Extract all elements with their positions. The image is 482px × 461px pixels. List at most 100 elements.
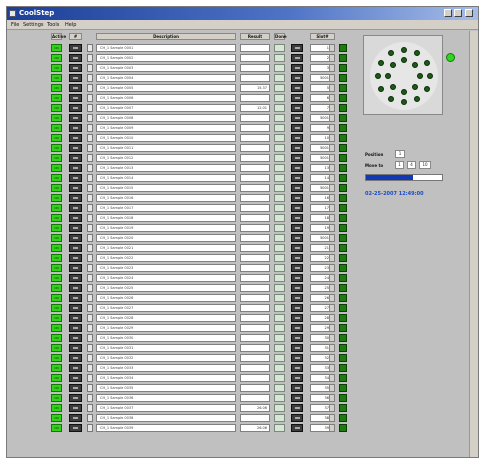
run-button[interactable] [291,104,303,112]
carousel-slot[interactable] [375,73,381,79]
sample-name-field[interactable]: CH_1 Sample 0021 [96,244,236,252]
sample-name-field[interactable]: CH_1 Sample 0020 [96,234,236,242]
row-marker[interactable] [87,154,93,162]
sample-name-field[interactable]: CH_1 Sample 0036 [96,394,236,402]
enable-toggle[interactable]: ON [51,414,62,422]
enable-toggle[interactable]: ON [51,424,62,432]
enable-toggle[interactable]: ON [51,284,62,292]
enable-toggle[interactable]: ON [51,304,62,312]
run-button[interactable] [291,384,303,392]
run-button[interactable] [291,124,303,132]
sample-name-field[interactable]: CH_1 Sample 0022 [96,254,236,262]
done-checkbox[interactable] [274,54,285,62]
row-id-button[interactable] [69,254,82,262]
row-marker[interactable] [87,74,93,82]
done-checkbox[interactable] [274,354,285,362]
row-id-button[interactable] [69,334,82,342]
row-id-button[interactable] [69,264,82,272]
slot-select[interactable]: 29 [310,324,335,332]
move-to-field[interactable]: 4 [407,161,416,169]
row-marker[interactable] [87,254,93,262]
done-checkbox[interactable] [274,194,285,202]
carousel-slot[interactable] [401,57,407,63]
done-checkbox[interactable] [274,314,285,322]
run-button[interactable] [291,174,303,182]
slot-select[interactable]: 34 [310,374,335,382]
run-button[interactable] [291,204,303,212]
run-button[interactable] [291,224,303,232]
enable-toggle[interactable]: ON [51,354,62,362]
run-button[interactable] [291,424,303,432]
run-button[interactable] [291,84,303,92]
row-id-button[interactable] [69,54,82,62]
slot-select[interactable]: 24 [310,274,335,282]
row-id-button[interactable] [69,64,82,72]
row-marker[interactable] [87,234,93,242]
slot-select[interactable]: 27 [310,304,335,312]
done-checkbox[interactable] [274,114,285,122]
run-button[interactable] [291,94,303,102]
slot-select[interactable]: 10 [310,134,335,142]
menu-file[interactable]: File [11,22,19,28]
row-marker[interactable] [87,354,93,362]
row-marker[interactable] [87,184,93,192]
enable-toggle[interactable]: ON [51,184,62,192]
done-checkbox[interactable] [274,104,285,112]
slot-select[interactable]: 23 [310,264,335,272]
done-checkbox[interactable] [274,204,285,212]
slot-select[interactable]: 30 [310,334,335,342]
run-button[interactable] [291,54,303,62]
done-checkbox[interactable] [274,304,285,312]
row-id-button[interactable] [69,274,82,282]
enable-toggle[interactable]: ON [51,254,62,262]
title-bar[interactable]: CoolStep [7,7,478,20]
enable-toggle[interactable]: ON [51,194,62,202]
row-id-button[interactable] [69,134,82,142]
enable-toggle[interactable]: ON [51,394,62,402]
move-from-field[interactable]: 1 [395,161,404,169]
slot-select[interactable]: 26 [310,294,335,302]
sample-name-field[interactable]: CH_1 Sample 0023 [96,264,236,272]
sample-name-field[interactable]: CH_1 Sample 0027 [96,304,236,312]
done-checkbox[interactable] [274,344,285,352]
run-button[interactable] [291,234,303,242]
enable-toggle[interactable]: ON [51,114,62,122]
done-checkbox[interactable] [274,74,285,82]
done-checkbox[interactable] [274,404,285,412]
sample-name-field[interactable]: CH_1 Sample 0005 [96,84,236,92]
sample-name-field[interactable]: CH_1 Sample 0033 [96,364,236,372]
row-marker[interactable] [87,244,93,252]
row-marker[interactable] [87,414,93,422]
carousel-slot[interactable] [423,60,430,66]
carousel-slot[interactable] [378,60,385,66]
row-id-button[interactable] [69,144,82,152]
run-button[interactable] [291,344,303,352]
close-icon[interactable] [465,9,473,17]
run-button[interactable] [291,154,303,162]
slot-select[interactable]: 5001 [310,114,335,122]
run-button[interactable] [291,294,303,302]
sample-name-field[interactable]: CH_1 Sample 0031 [96,344,236,352]
slot-select[interactable]: 19 [310,224,335,232]
enable-toggle[interactable]: ON [51,244,62,252]
done-checkbox[interactable] [274,144,285,152]
sample-name-field[interactable]: CH_1 Sample 0002 [96,54,236,62]
carousel-slot[interactable] [423,86,430,92]
enable-toggle[interactable]: ON [51,344,62,352]
enable-toggle[interactable]: ON [51,104,62,112]
row-id-button[interactable] [69,424,82,432]
slot-select[interactable]: 32 [310,354,335,362]
run-button[interactable] [291,194,303,202]
sample-name-field[interactable]: CH_1 Sample 0014 [96,174,236,182]
row-marker[interactable] [87,384,93,392]
run-button[interactable] [291,164,303,172]
slot-select[interactable]: 21 [310,244,335,252]
maximize-icon[interactable] [454,9,462,17]
done-checkbox[interactable] [274,274,285,282]
done-checkbox[interactable] [274,294,285,302]
sample-name-field[interactable]: CH_1 Sample 0037 [96,404,236,412]
run-button[interactable] [291,244,303,252]
menu-help[interactable]: Help [65,22,76,28]
enable-toggle[interactable]: ON [51,364,62,372]
enable-toggle[interactable]: ON [51,234,62,242]
